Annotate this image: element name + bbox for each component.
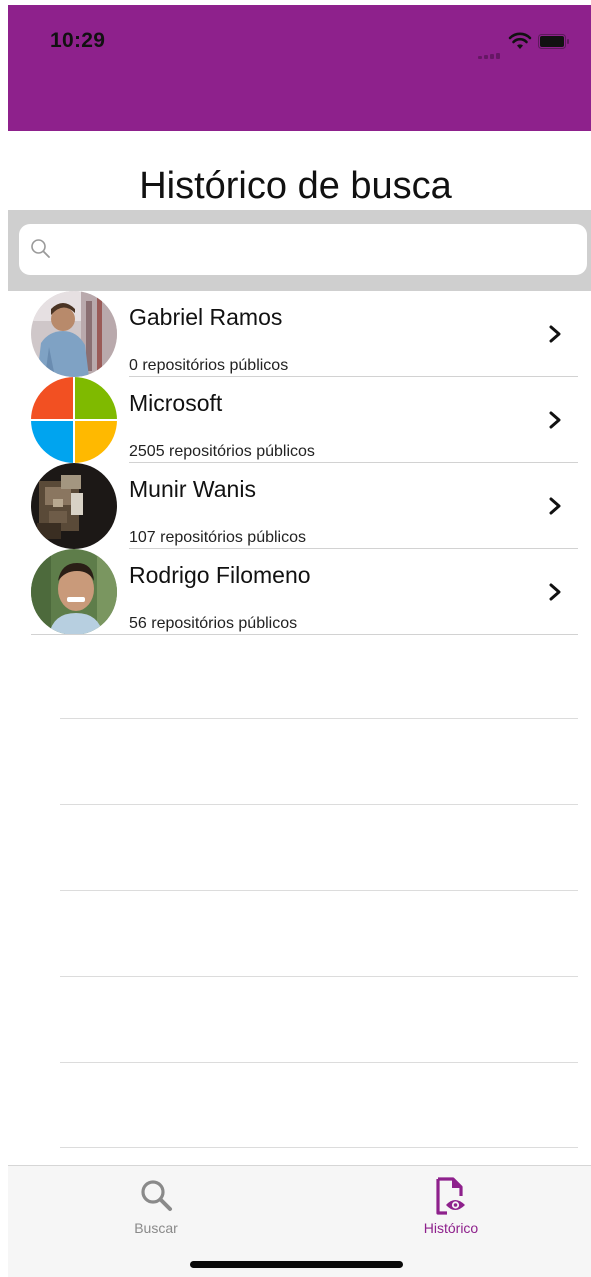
status-time: 10:29 — [50, 29, 106, 52]
row-divider — [31, 634, 578, 635]
empty-row-divider — [60, 1062, 578, 1063]
user-avatar — [31, 549, 117, 635]
battery-icon — [538, 34, 569, 49]
repo-count: 0 repositórios públicos — [129, 357, 289, 374]
chevron-right-icon — [549, 497, 561, 515]
search-icon — [141, 1180, 172, 1211]
empty-row-divider — [60, 890, 578, 891]
list-item[interactable]: Rodrigo Filomeno 56 repositórios público… — [8, 549, 591, 635]
tab-label: Histórico — [423, 1220, 479, 1236]
search-icon — [31, 239, 50, 258]
history-list: Gabriel Ramos 0 repositórios públicos Mi… — [8, 291, 591, 635]
user-name: Munir Wanis — [129, 476, 256, 502]
user-avatar — [31, 291, 117, 377]
tab-label: Buscar — [134, 1220, 178, 1236]
microsoft-logo-avatar — [31, 377, 117, 463]
list-item[interactable]: Microsoft 2505 repositórios públicos — [8, 377, 591, 463]
empty-row-divider — [60, 976, 578, 977]
repo-count: 2505 repositórios públicos — [129, 443, 315, 460]
document-eye-icon — [436, 1177, 465, 1215]
list-item[interactable]: Gabriel Ramos 0 repositórios públicos — [8, 291, 591, 377]
empty-row-divider — [60, 804, 578, 805]
user-name: Gabriel Ramos — [129, 304, 283, 330]
empty-row-divider — [60, 718, 578, 719]
chevron-right-icon — [549, 325, 561, 343]
repo-count: 56 repositórios públicos — [129, 615, 298, 632]
user-name: Microsoft — [129, 390, 223, 416]
user-avatar — [31, 463, 117, 549]
wifi-icon — [508, 32, 532, 49]
chevron-right-icon — [549, 583, 561, 601]
user-name: Rodrigo Filomeno — [129, 562, 311, 588]
search-field[interactable] — [19, 224, 587, 275]
app-screen: 10:29 Histórico de busca Gabriel Ramos 0… — [8, 5, 591, 1277]
search-input[interactable] — [61, 224, 571, 275]
page-title: Histórico de busca — [139, 165, 452, 207]
tab-historico[interactable]: Histórico — [351, 1166, 551, 1246]
tab-buscar[interactable]: Buscar — [56, 1166, 256, 1246]
home-indicator — [190, 1261, 403, 1268]
status-bar: 10:29 — [8, 5, 591, 131]
chevron-right-icon — [549, 411, 561, 429]
search-bar — [8, 210, 591, 291]
cellular-signal-icon — [478, 41, 506, 59]
list-item[interactable]: Munir Wanis 107 repositórios públicos — [8, 463, 591, 549]
empty-row-divider — [60, 1147, 578, 1148]
repo-count: 107 repositórios públicos — [129, 529, 306, 546]
